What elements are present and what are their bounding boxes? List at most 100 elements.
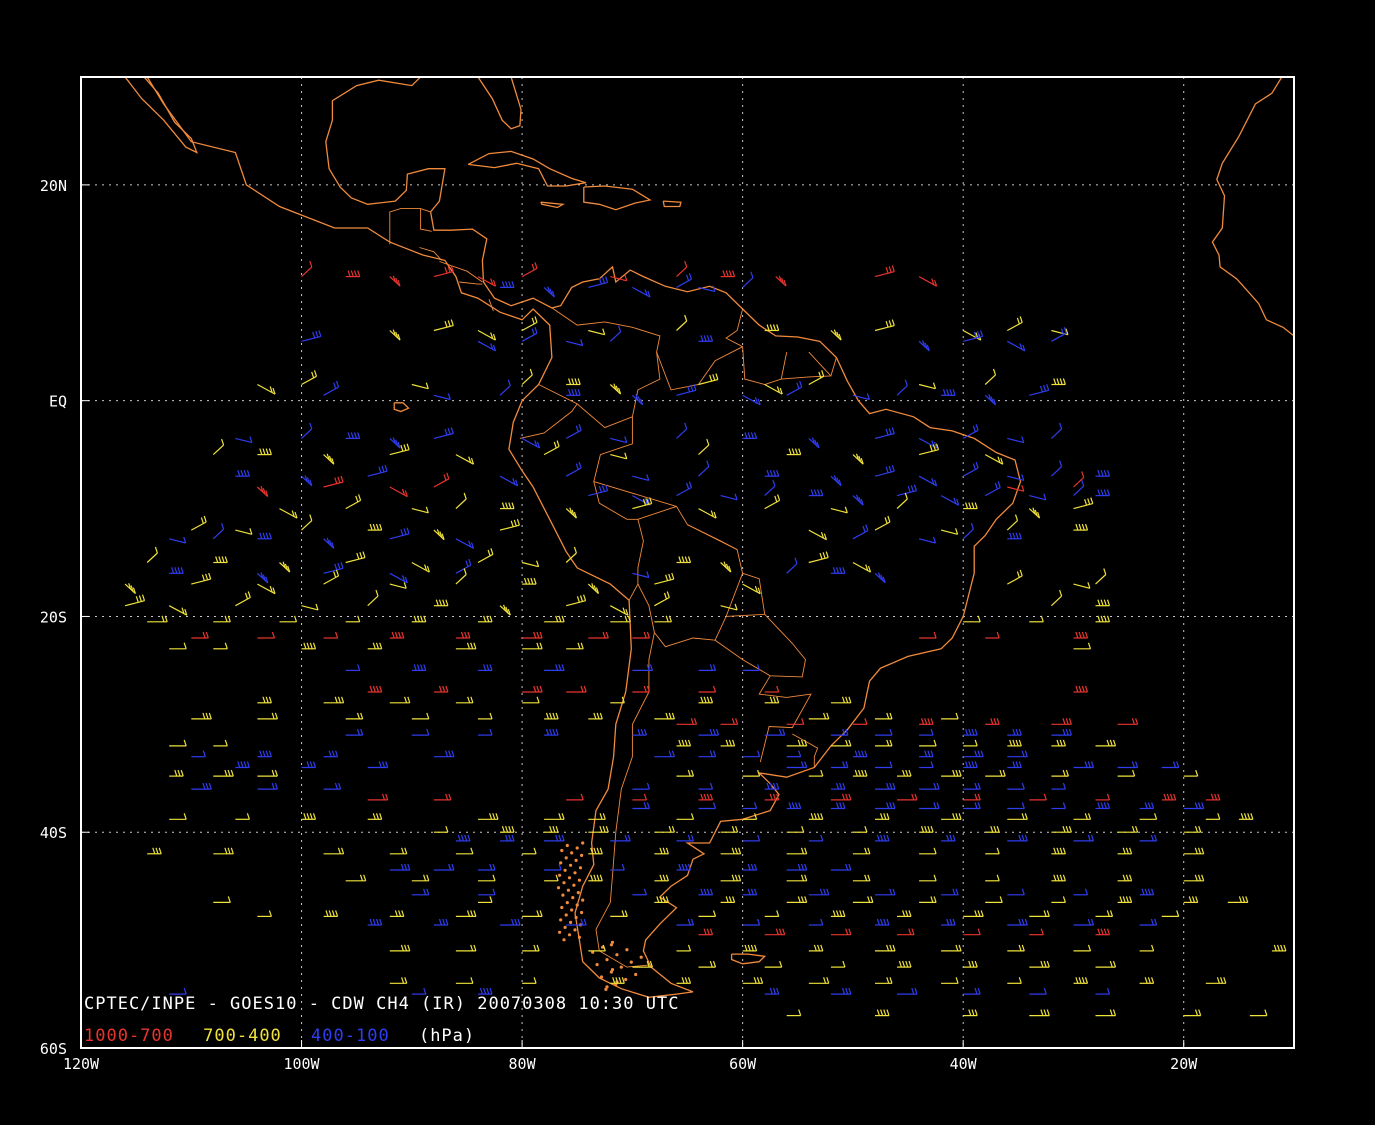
- barb-flag: [1021, 750, 1025, 757]
- wind-barb: [918, 382, 937, 390]
- wind-barb: [478, 863, 496, 871]
- fjord-island: [563, 868, 567, 872]
- wind-barb: [963, 793, 981, 801]
- wind-barb: [764, 479, 776, 497]
- barb-flag: [971, 960, 975, 968]
- barb-flag: [886, 712, 890, 720]
- barb-shaft: [411, 508, 429, 514]
- wind-barb: [984, 481, 1001, 497]
- barb-flag: [942, 389, 947, 396]
- barb-flag: [545, 712, 550, 720]
- wind-barb: [632, 664, 653, 672]
- wind-barb: [213, 769, 234, 777]
- barb-flag: [426, 728, 430, 736]
- barb-flag: [1166, 793, 1170, 801]
- barb-flag: [1119, 896, 1123, 903]
- barb-flag: [208, 782, 212, 790]
- wind-barb: [786, 847, 808, 855]
- barb-flag: [1075, 977, 1079, 984]
- barb-flag: [820, 769, 824, 777]
- barb-flag: [1084, 523, 1089, 531]
- barb-flag: [555, 834, 559, 842]
- barb-flag: [1109, 910, 1114, 917]
- barb-flag: [949, 834, 953, 842]
- barb-flag: [1194, 847, 1198, 854]
- wind-barb: [1029, 987, 1047, 995]
- barb-flag: [1129, 874, 1133, 881]
- barb-shaft: [235, 437, 253, 444]
- barb-flag: [842, 910, 846, 917]
- barb-flag: [335, 910, 339, 917]
- wind-barb: [499, 604, 511, 616]
- wind-barb: [235, 761, 250, 769]
- barb-flag: [905, 910, 909, 917]
- barb-flag: [681, 739, 685, 747]
- barb-flag: [703, 696, 707, 703]
- barb-flag: [448, 793, 452, 801]
- barb-flag: [1015, 728, 1019, 736]
- wind-barb: [257, 383, 276, 395]
- barb-flag: [574, 378, 578, 385]
- barb-flag: [1214, 793, 1218, 801]
- wind-barb: [875, 813, 890, 820]
- barb-flag: [804, 874, 808, 881]
- barb-flag: [910, 485, 914, 492]
- y-tick-label: EQ: [49, 393, 67, 411]
- barb-flag: [205, 573, 209, 581]
- barb-flag: [227, 769, 231, 777]
- wind-barb: [963, 1009, 978, 1017]
- barb-flag: [340, 562, 344, 569]
- wind-barb: [852, 494, 864, 506]
- barb-flag: [968, 960, 972, 968]
- barb-flag: [728, 896, 732, 903]
- barb-flag: [1056, 847, 1060, 854]
- barb-flag: [905, 960, 909, 968]
- barb-flag: [450, 427, 454, 434]
- barb-flag: [1109, 739, 1113, 747]
- barb-flag: [769, 324, 773, 331]
- barb-flag: [757, 834, 761, 842]
- barb-flag: [930, 750, 934, 757]
- barb-flag: [555, 728, 559, 736]
- barb-flag: [271, 769, 275, 777]
- barb-flag: [665, 615, 669, 622]
- barb-flag: [772, 696, 777, 703]
- fjord-island: [567, 876, 572, 880]
- barb-flag: [715, 728, 720, 736]
- barb-flag: [372, 523, 376, 531]
- wind-barb: [1183, 826, 1202, 833]
- fjord-island: [605, 958, 609, 962]
- barb-flag: [536, 642, 540, 649]
- barb-flag: [709, 335, 714, 342]
- wind-barb: [191, 572, 212, 585]
- barb-flag: [1046, 910, 1050, 917]
- barb-flag: [993, 826, 997, 833]
- barb-flag: [971, 1009, 975, 1016]
- barb-flag: [446, 472, 450, 479]
- wind-barb: [698, 438, 710, 456]
- wind-barb: [544, 664, 565, 672]
- wind-barb: [1007, 532, 1022, 540]
- barb-flag: [794, 557, 798, 564]
- barb-flag: [1087, 944, 1092, 952]
- barb-flag: [848, 863, 852, 871]
- barb-flag: [227, 847, 231, 854]
- barb-flag: [848, 739, 852, 747]
- barb-flag: [359, 552, 363, 559]
- barb-flag: [1021, 802, 1025, 809]
- barb-flag: [712, 664, 717, 671]
- barb-flag: [886, 944, 890, 952]
- barb-flag: [1062, 728, 1066, 736]
- barb-shaft: [411, 561, 430, 573]
- wind-barb: [632, 782, 650, 790]
- barb-flag: [955, 944, 959, 952]
- barb-flag: [1273, 944, 1277, 952]
- barb-flag: [401, 847, 405, 854]
- wind-barb: [1050, 460, 1063, 477]
- wind-barb: [610, 605, 629, 616]
- wind-barb: [1029, 928, 1044, 936]
- wind-barb: [345, 728, 364, 736]
- barb-flag: [681, 556, 685, 563]
- barb-flag: [489, 664, 493, 671]
- barb-flag: [854, 769, 858, 777]
